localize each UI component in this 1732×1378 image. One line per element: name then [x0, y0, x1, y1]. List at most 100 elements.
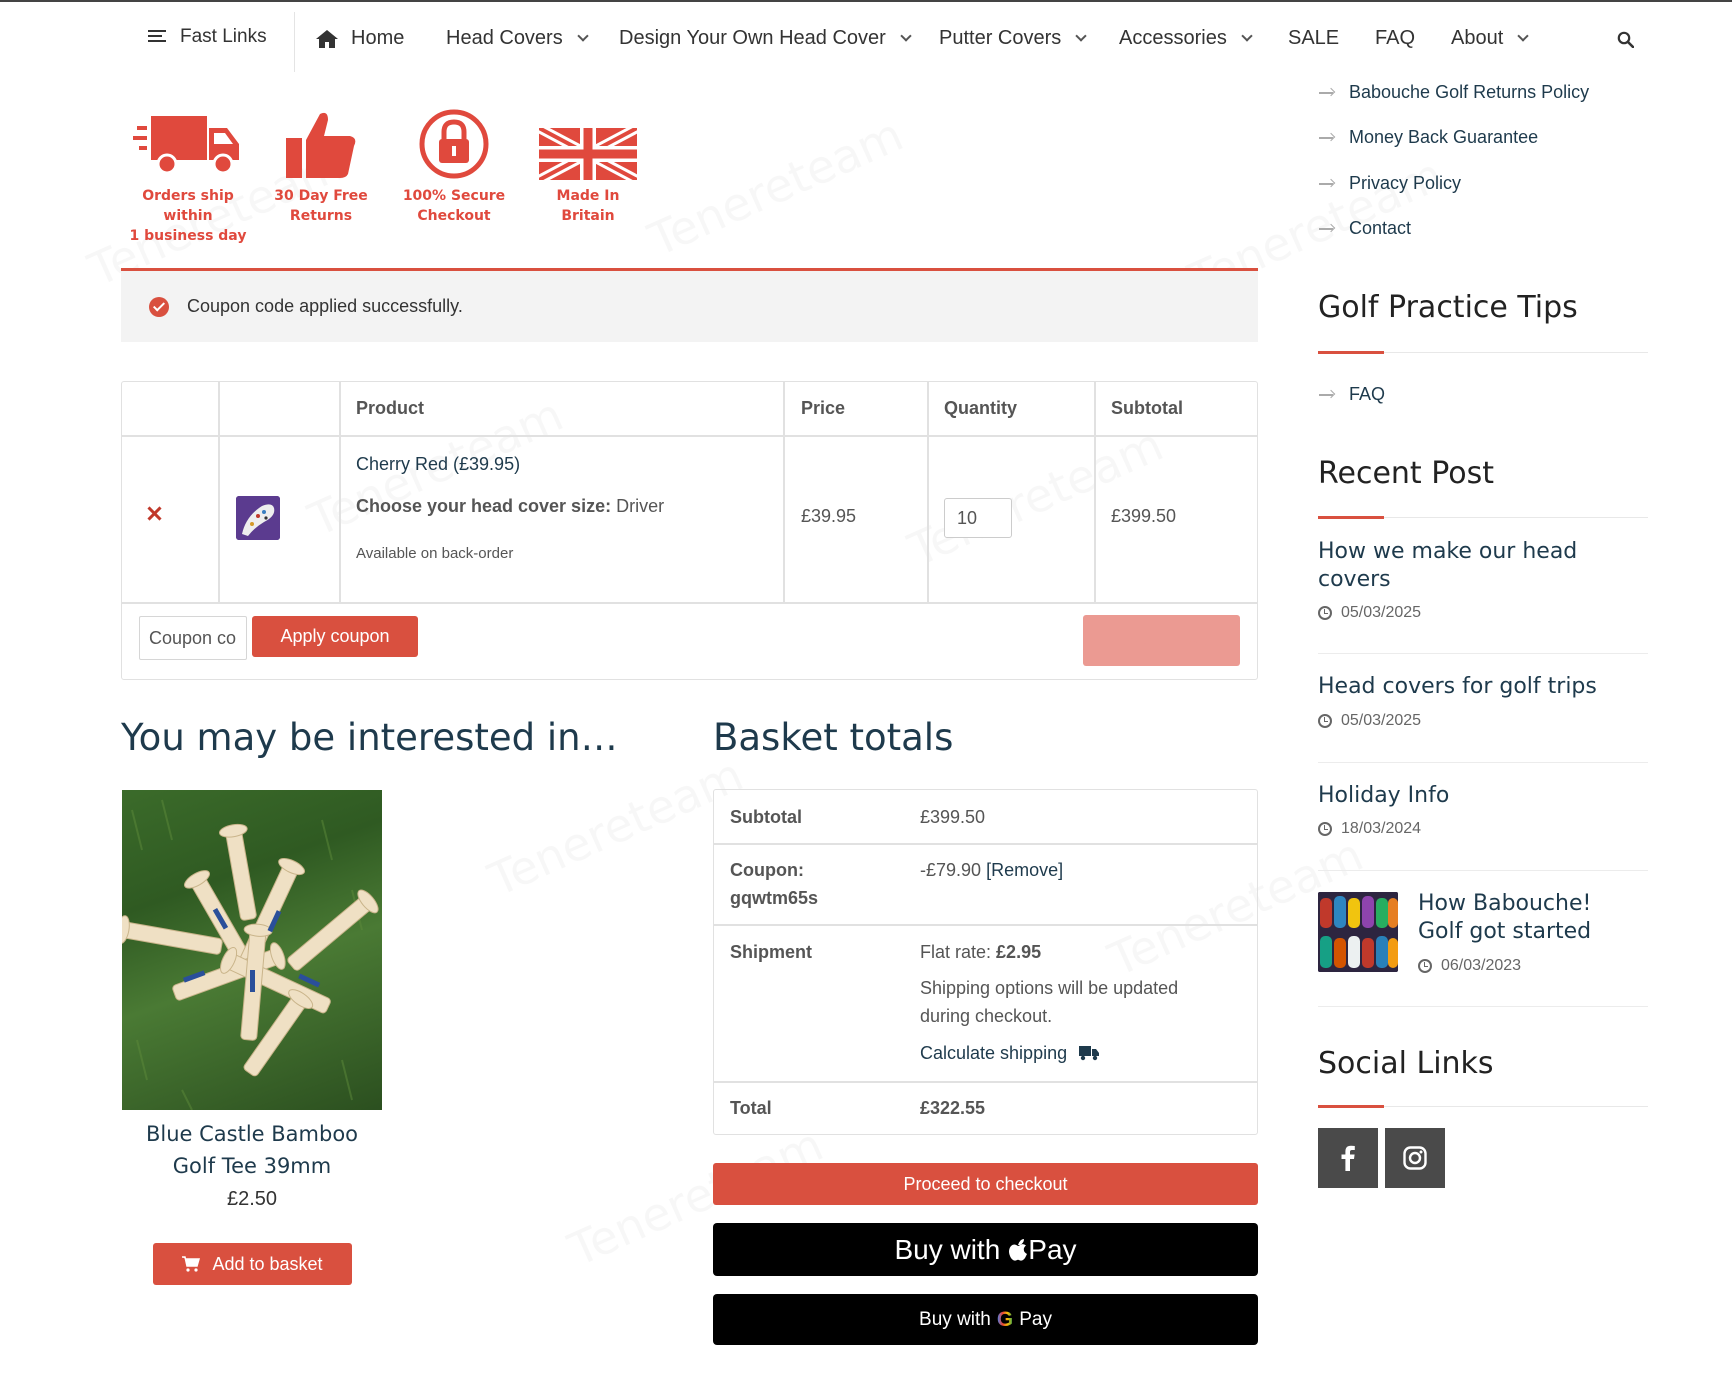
nav-divider	[294, 12, 295, 72]
fast-links-toggle[interactable]: Fast Links	[148, 26, 267, 48]
backorder-note: Available on back-order	[356, 545, 514, 562]
totals-coupon-value: -£79.90 [Remove]	[920, 856, 1063, 884]
notice-text: Coupon code applied successfully.	[187, 296, 463, 316]
sidebar-link-money-back[interactable]: Money Back Guarantee	[1319, 127, 1538, 148]
nav-head-covers-label: Head Covers	[446, 27, 563, 49]
coupon-label-text: Coupon:	[730, 860, 804, 880]
flat-rate-value: £2.95	[996, 942, 1042, 962]
recent-post-heading: Recent Post	[1318, 456, 1494, 491]
nav-head-covers[interactable]: Head Covers	[446, 27, 589, 50]
post-date-text: 05/03/2025	[1341, 604, 1422, 621]
cart-product-name[interactable]: Cherry Red (£39.95)	[356, 454, 520, 475]
add-to-basket-button[interactable]: Add to basket	[153, 1243, 352, 1285]
totals-subtotal-value: £399.50	[920, 807, 986, 827]
nav-sale-label: SALE	[1288, 27, 1340, 49]
google-g-icon: G	[996, 1307, 1014, 1331]
nav-faq-label: FAQ	[1375, 27, 1416, 49]
facebook-button[interactable]	[1318, 1128, 1378, 1188]
nav-accessories-label: Accessories	[1119, 27, 1227, 49]
chevron-down-icon	[1517, 30, 1529, 42]
post-title-line1: Head covers for golf trips	[1318, 674, 1597, 699]
nav-sale[interactable]: SALE	[1288, 27, 1339, 50]
recent-post-date: 18/03/2024	[1318, 820, 1421, 838]
clock-icon	[1318, 606, 1332, 620]
recent-post-title[interactable]: How we make our head covers	[1318, 538, 1577, 594]
remove-coupon-link[interactable]: [Remove]	[986, 860, 1063, 880]
instagram-button[interactable]	[1385, 1128, 1445, 1188]
check-circle-icon	[149, 296, 169, 317]
nav-putter-covers[interactable]: Putter Covers	[939, 27, 1087, 50]
badge-secure: 100% Secure Checkout	[384, 104, 524, 226]
sidebar-link-contact[interactable]: Contact	[1319, 218, 1411, 239]
product-image[interactable]	[122, 790, 382, 1112]
nav-about[interactable]: About	[1451, 27, 1529, 50]
totals-total-label: Total	[730, 1098, 772, 1118]
apple-pay-prefix: Buy with	[894, 1233, 1001, 1265]
update-basket-button[interactable]: Update basket	[1083, 615, 1240, 666]
apple-pay-button[interactable]: Buy with Pay	[713, 1223, 1258, 1276]
totals-subtotal-label: Subtotal	[730, 807, 802, 827]
product-card: Blue Castle Bamboo Golf Tee 39mm £2.50 A…	[122, 790, 382, 1330]
cart-icon	[182, 1256, 201, 1272]
clock-icon	[1418, 959, 1432, 973]
product-thumbnail[interactable]	[236, 496, 280, 540]
calculate-shipping-link[interactable]: Calculate shipping	[920, 1039, 1100, 1067]
golf-tees-photo	[122, 799, 379, 1111]
proceed-to-checkout-button[interactable]: Proceed to checkout	[713, 1163, 1258, 1205]
recent-post-date: 05/03/2025	[1318, 712, 1421, 730]
post-divider	[1318, 653, 1648, 654]
post-thumbnail[interactable]	[1318, 892, 1398, 972]
home-icon	[316, 29, 338, 48]
flat-rate-label: Flat rate:	[920, 942, 992, 962]
recent-post-title[interactable]: How Babouche! Golf got started	[1418, 890, 1591, 946]
nav-accessories[interactable]: Accessories	[1119, 27, 1253, 50]
post-title-line2: covers	[1318, 567, 1391, 592]
totals-total-value: £322.55	[920, 1098, 986, 1118]
recent-post-date: 05/03/2025	[1318, 604, 1421, 622]
nav-design-label: Design Your Own Head Cover	[619, 27, 886, 49]
lock-icon	[419, 109, 489, 179]
add-to-basket-label: Add to basket	[212, 1253, 323, 1274]
remove-item-icon[interactable]	[147, 506, 161, 520]
recent-post-title[interactable]: Holiday Info	[1318, 782, 1449, 810]
heading-rule	[1318, 516, 1648, 519]
product-card-price: £2.50	[226, 1188, 278, 1210]
coupon-code-input[interactable]	[139, 616, 247, 660]
google-pay-prefix: Buy with	[919, 1308, 991, 1330]
chevron-down-icon	[577, 30, 589, 42]
nav-home[interactable]: Home	[315, 27, 404, 50]
arrow-right-icon	[1319, 182, 1333, 185]
sidebar-link-privacy[interactable]: Privacy Policy	[1319, 173, 1461, 194]
quantity-input[interactable]	[944, 498, 1012, 538]
badge-secure-line2: Checkout	[417, 208, 491, 224]
badge-returns-line1: 30 Day Free	[274, 188, 368, 204]
badge-returns-line2: Returns	[289, 208, 353, 224]
product-card-title[interactable]: Blue Castle Bamboo Golf Tee 39mm	[122, 1110, 382, 1182]
header-price: Price	[801, 398, 846, 418]
arrow-right-icon	[1319, 136, 1333, 139]
cart-product-option: Choose your head cover size: Driver	[356, 496, 664, 517]
union-jack-icon	[539, 128, 637, 180]
clock-icon	[1318, 822, 1332, 836]
clock-icon	[1318, 714, 1332, 728]
option-label: Choose your head cover size:	[356, 496, 612, 516]
recent-post-title[interactable]: Head covers for golf trips	[1318, 673, 1597, 701]
sidebar-link-returns[interactable]: Babouche Golf Returns Policy	[1319, 82, 1589, 103]
sidebar-link-faq[interactable]: FAQ	[1319, 384, 1385, 405]
coupon-code-text: gqwtm65s	[730, 888, 819, 908]
fast-links-label: Fast Links	[180, 26, 267, 47]
option-value: Driver	[616, 496, 665, 516]
badge-britain: Made In Britain	[518, 104, 658, 226]
search-icon[interactable]	[1617, 31, 1634, 48]
post-title-line2: Golf got started	[1418, 919, 1592, 944]
nav-design-your-own[interactable]: Design Your Own Head Cover	[619, 27, 912, 50]
head-covers-photo	[1318, 892, 1398, 972]
coupon-discount: -£79.90	[920, 860, 982, 880]
menu-icon	[148, 30, 166, 44]
sidebar-link-label: Privacy Policy	[1349, 173, 1462, 193]
apply-coupon-button[interactable]: Apply coupon	[252, 616, 418, 657]
instagram-icon	[1403, 1146, 1427, 1170]
proceed-label: Proceed to checkout	[903, 1173, 1068, 1194]
google-pay-button[interactable]: Buy with G Pay	[713, 1294, 1258, 1345]
nav-faq[interactable]: FAQ	[1375, 27, 1415, 50]
